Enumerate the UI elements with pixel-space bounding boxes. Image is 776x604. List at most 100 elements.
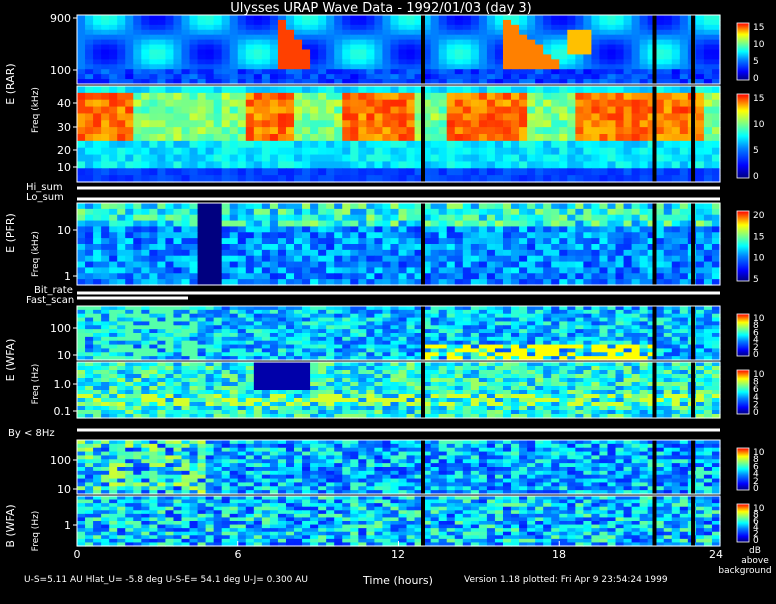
heatmap-cell (214, 175, 223, 182)
heatmap-cell (125, 318, 134, 322)
heatmap-cell (632, 15, 641, 21)
heatmap-cell (149, 209, 158, 215)
heatmap-cell (173, 352, 182, 356)
heatmap-cell (696, 215, 705, 221)
heatmap-cell (487, 25, 496, 31)
heatmap-cell (624, 40, 633, 46)
heatmap-cell (559, 175, 568, 182)
heatmap-cell (254, 333, 263, 337)
heatmap-cell (173, 262, 182, 268)
heatmap-cell (133, 314, 142, 318)
heatmap-cell (198, 69, 207, 75)
heatmap-cell (672, 127, 681, 134)
heatmap-cell (495, 215, 504, 221)
heatmap-cell (575, 74, 584, 80)
heatmap-cell (607, 64, 616, 70)
heatmap-cell (543, 74, 552, 80)
heatmap-cell (77, 69, 86, 75)
heatmap-cell (575, 86, 584, 93)
heatmap-cell (109, 86, 118, 93)
heatmap-cell (230, 113, 239, 120)
heatmap-cell (680, 329, 689, 333)
heatmap-cell (133, 141, 142, 148)
heatmap-cell (222, 333, 231, 337)
heatmap-cell (479, 374, 488, 379)
heatmap-cell (133, 341, 142, 345)
heatmap-cell (599, 226, 608, 232)
heatmap-cell (294, 120, 303, 127)
heatmap-cell (535, 45, 544, 51)
heatmap-cell (206, 50, 215, 56)
heatmap-cell (238, 256, 247, 262)
heatmap-cell (616, 175, 625, 182)
heatmap-cell (431, 100, 440, 107)
heatmap-cell (535, 238, 544, 244)
heatmap-cell (616, 337, 625, 341)
heatmap-cell (575, 54, 584, 60)
heatmap-cell (447, 40, 456, 46)
heatmap-cell (133, 120, 142, 127)
heatmap-cell (431, 345, 440, 349)
heatmap-cell (181, 86, 190, 93)
heatmap-cell (181, 226, 190, 232)
heatmap-cell (535, 175, 544, 182)
heatmap-cell (511, 250, 520, 256)
heatmap-cell (624, 378, 633, 383)
heatmap-cell (125, 221, 134, 227)
heatmap-cell (535, 120, 544, 127)
heatmap-cell (487, 345, 496, 349)
heatmap-cell (656, 215, 665, 221)
heatmap-cell (463, 362, 472, 367)
heatmap-cell (431, 30, 440, 36)
heatmap-cell (190, 40, 199, 46)
heatmap-cell (664, 314, 673, 318)
heatmap-cell (680, 352, 689, 356)
heatmap-cell (190, 382, 199, 387)
heatmap-cell (109, 262, 118, 268)
heatmap-cell (117, 378, 126, 383)
heatmap-cell (302, 203, 311, 209)
heatmap-cell (198, 221, 207, 227)
heatmap-cell (366, 378, 375, 383)
heatmap-cell (222, 45, 231, 51)
heatmap-cell (157, 40, 166, 46)
heatmap-cell (366, 310, 375, 314)
heatmap-cell (254, 69, 263, 75)
heatmap-cell (358, 175, 367, 182)
heatmap-cell (222, 273, 231, 279)
heatmap-cell (407, 100, 416, 107)
heatmap-cell (503, 59, 512, 65)
heatmap-cell (479, 273, 488, 279)
heatmap-cell (125, 15, 134, 21)
heatmap-cell (93, 148, 102, 155)
heatmap-cell (109, 175, 118, 182)
heatmap-cell (680, 215, 689, 221)
heatmap-cell (407, 238, 416, 244)
heatmap-cell (519, 120, 528, 127)
heatmap-cell (366, 341, 375, 345)
heatmap-cell (358, 321, 367, 325)
heatmap-cell (543, 40, 552, 46)
heatmap-cell (399, 329, 408, 333)
heatmap-cell (358, 127, 367, 134)
heatmap-cell (599, 100, 608, 107)
heatmap-cell (640, 113, 649, 120)
heatmap-cell (85, 221, 94, 227)
heatmap-cell (310, 69, 319, 75)
heatmap-cell (455, 69, 464, 75)
heatmap-cell (101, 362, 110, 367)
heatmap-cell (318, 107, 327, 114)
heatmap-cell (342, 168, 351, 175)
heatmap-cell (286, 107, 295, 114)
heatmap-cell (334, 107, 343, 114)
heatmap-cell (551, 273, 560, 279)
heatmap-cell (487, 306, 496, 310)
heatmap-cell (117, 64, 126, 70)
data-gap (652, 15, 656, 84)
heatmap-cell (286, 333, 295, 337)
heatmap-cell (93, 113, 102, 120)
heatmap-cell (117, 370, 126, 375)
heatmap-cell (374, 250, 383, 256)
heatmap-cell (294, 352, 303, 356)
heatmap-cell (214, 215, 223, 221)
